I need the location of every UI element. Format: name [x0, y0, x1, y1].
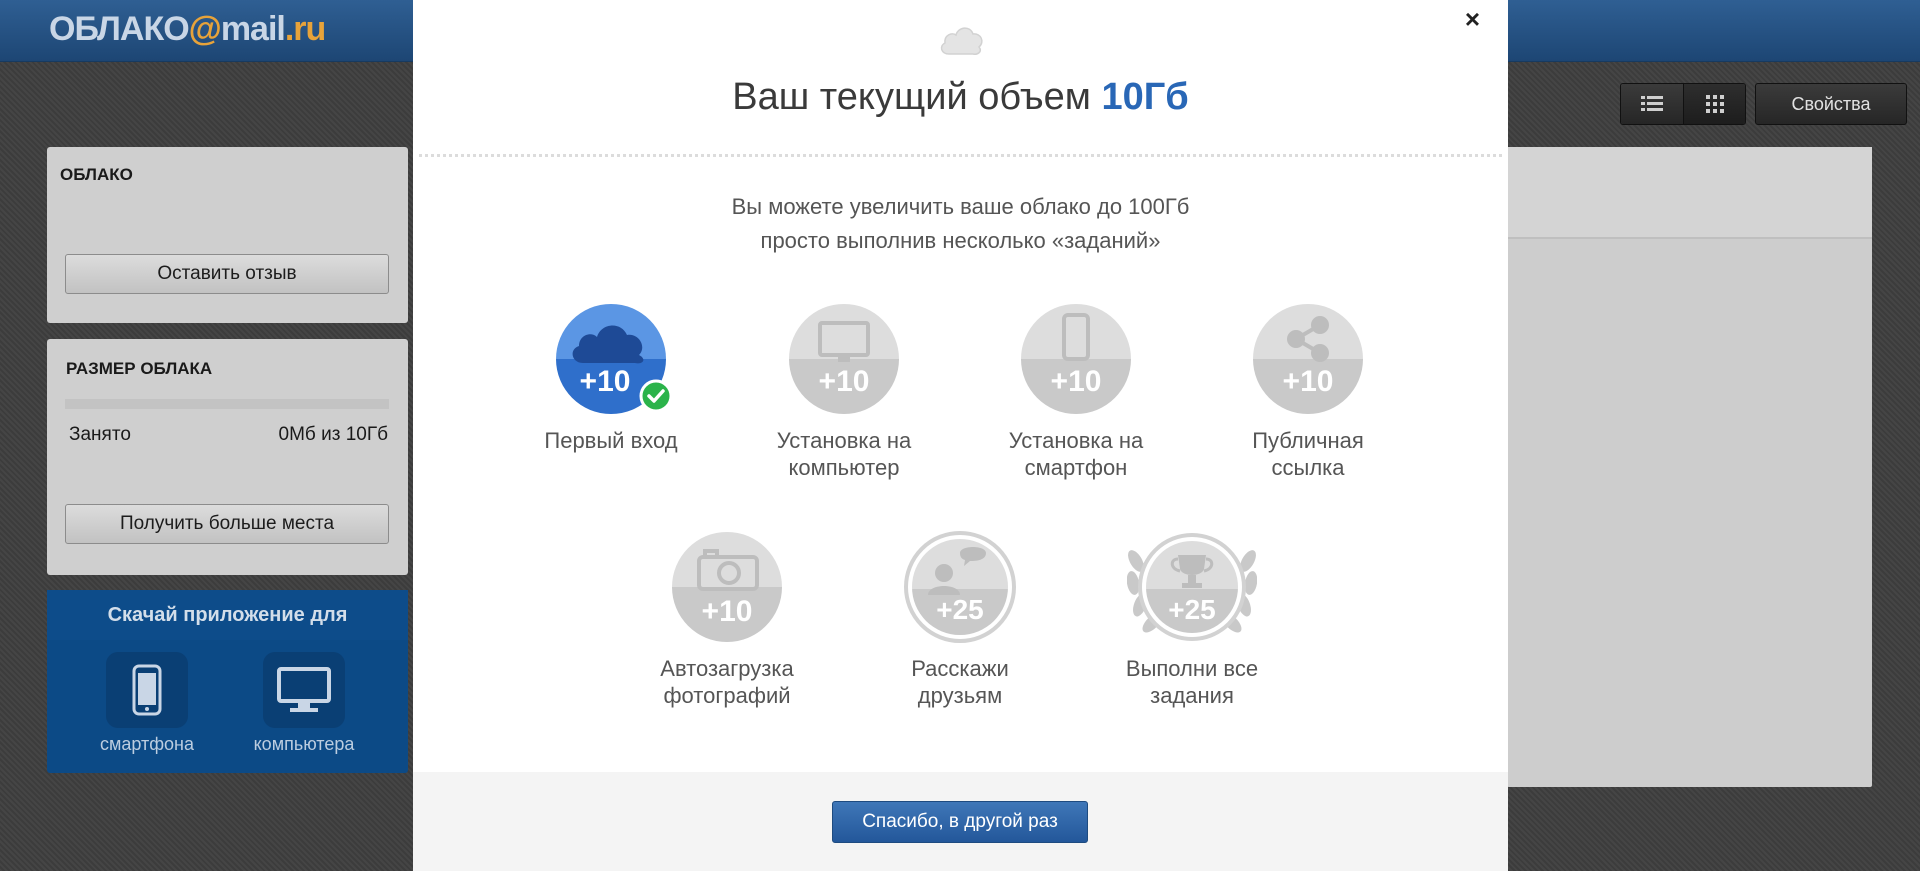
close-button[interactable]: ×	[1465, 4, 1480, 35]
file-area	[1507, 147, 1872, 787]
task-install-computer[interactable]: +10 Установка на компьютер	[744, 303, 944, 481]
task-label-line1: Публичная	[1252, 428, 1364, 453]
task-badge: +10	[1252, 303, 1364, 415]
dotted-divider	[419, 154, 1502, 157]
dialog-footer: Спасибо, в другой раз	[413, 772, 1508, 871]
dialog-subtitle: Вы можете увеличить ваше облако до 100Гб…	[413, 190, 1508, 258]
dismiss-button[interactable]: Спасибо, в другой раз	[832, 801, 1088, 843]
get-more-space-button[interactable]: Получить больше места	[65, 504, 389, 544]
task-complete-all[interactable]: +25 Выполни все задания	[1092, 531, 1292, 709]
task-badge: +10	[788, 303, 900, 415]
download-smartphone-app[interactable]: смартфона	[77, 652, 217, 755]
logo-text-mail: mail	[220, 10, 286, 48]
task-bonus: +10	[819, 365, 870, 398]
cloud-size-title: РАЗМЕР ОБЛАКА	[66, 359, 213, 378]
download-app-title: Скачай приложение для	[47, 590, 408, 640]
cloud-size-panel: РАЗМЕР ОБЛАКА Занято 0Мб из 10Гб Получит…	[47, 339, 408, 575]
task-label-line2: ссылка	[1271, 455, 1345, 480]
logo-at: @	[188, 10, 222, 48]
task-label-line2: компьютер	[788, 455, 900, 480]
cloud-panel-title: ОБЛАКО	[60, 165, 133, 184]
dialog-title: Ваш текущий объем 10Гб	[413, 76, 1508, 119]
task-bonus: +25	[1168, 594, 1216, 625]
task-badge: +25	[1126, 531, 1258, 643]
task-bonus: +25	[936, 594, 984, 625]
task-label: Установка на компьютер	[744, 427, 944, 481]
download-computer-label: компьютера	[253, 734, 355, 754]
close-icon: ×	[1464, 4, 1480, 34]
download-computer-app[interactable]: компьютера	[234, 652, 374, 755]
task-photo-autoupload[interactable]: +10 Автозагрузка фотографий	[627, 531, 827, 709]
download-app-panel: Скачай приложение для смартфона компьюте…	[47, 590, 408, 773]
storage-used-label: Занято	[69, 424, 131, 445]
storage-bonus-dialog: × Ваш текущий объем 10Гб Вы можете увели…	[413, 0, 1508, 871]
dialog-subtitle-line1: Вы можете увеличить ваше облако до 100Гб	[731, 194, 1190, 219]
task-bonus: +10	[580, 365, 631, 398]
grid-view-button[interactable]	[1683, 84, 1745, 124]
current-volume-value: 10Гб	[1101, 76, 1189, 118]
task-first-login[interactable]: +10 Первый вход	[511, 303, 711, 454]
checkmark-badge-icon	[639, 379, 673, 413]
task-bonus: +10	[702, 595, 753, 628]
storage-usage-bar	[65, 399, 389, 409]
cloud-panel: ОБЛАКО Оставить отзыв	[47, 147, 408, 323]
task-badge: +10	[671, 531, 783, 643]
task-install-smartphone[interactable]: +10 Установка на смартфон	[976, 303, 1176, 481]
list-view-button[interactable]	[1621, 84, 1683, 124]
task-label-line2: фотографий	[663, 683, 791, 708]
task-label: Автозагрузка фотографий	[627, 655, 827, 709]
download-smartphone-label: смартфона	[99, 734, 195, 754]
task-label-line1: Расскажи	[911, 656, 1009, 681]
logo[interactable]: ОБЛАКО@mail.ru	[49, 10, 326, 49]
logo-text-ru: .ru	[284, 10, 326, 48]
task-label: Выполни все задания	[1092, 655, 1292, 709]
dialog-subtitle-line2: просто выполнив несколько «заданий»	[760, 228, 1161, 253]
task-tell-friends[interactable]: +25 Расскажи друзьям	[860, 531, 1060, 709]
task-label-line1: Выполни все	[1125, 656, 1259, 681]
task-label-line1: Первый вход	[544, 428, 678, 453]
file-area-header	[1507, 147, 1872, 239]
task-bonus: +10	[1283, 365, 1334, 398]
dialog-title-text: Ваш текущий объем	[732, 76, 1102, 118]
task-label: Установка на смартфон	[976, 427, 1176, 481]
view-toggle	[1620, 83, 1746, 125]
task-public-link[interactable]: +10 Публичная ссылка	[1208, 303, 1408, 481]
monitor-icon	[263, 652, 345, 728]
storage-usage-row: Занято 0Мб из 10Гб	[69, 424, 388, 446]
task-bonus: +10	[1051, 365, 1102, 398]
task-label-line2: смартфон	[1024, 455, 1128, 480]
task-badge: +25	[904, 531, 1016, 643]
properties-button[interactable]: Свойства	[1755, 83, 1907, 125]
smartphone-icon	[106, 652, 188, 728]
task-label-line1: Установка на	[1008, 428, 1144, 453]
logo-text-oblako: ОБЛАКО	[49, 10, 190, 48]
storage-used-value: 0Мб из 10Гб	[278, 424, 388, 445]
feedback-button[interactable]: Оставить отзыв	[65, 254, 389, 294]
task-label-line2: задания	[1150, 683, 1234, 708]
task-label-line1: Установка на	[776, 428, 912, 453]
task-label: Расскажи друзьям	[860, 655, 1060, 709]
list-icon	[1641, 96, 1663, 111]
task-badge: +10	[555, 303, 673, 415]
task-label: Публичная ссылка	[1208, 427, 1408, 481]
task-label-line2: друзьям	[917, 683, 1003, 708]
cloud-icon	[940, 27, 983, 55]
task-label: Первый вход	[511, 427, 711, 454]
task-label-line1: Автозагрузка	[660, 656, 794, 681]
grid-icon	[1705, 95, 1724, 113]
task-badge: +10	[1020, 303, 1132, 415]
